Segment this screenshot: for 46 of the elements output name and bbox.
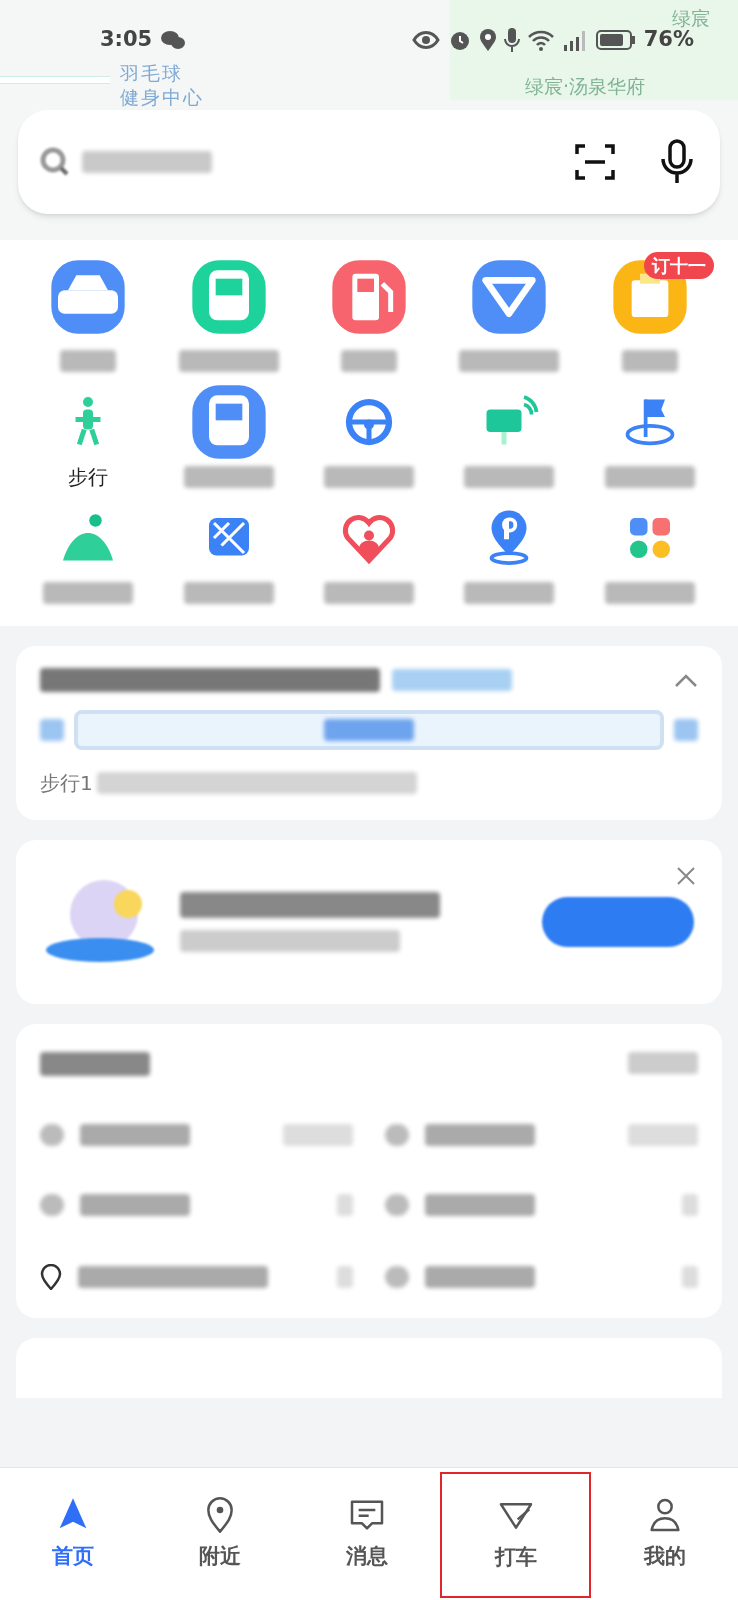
map-label: 健身中心 [120, 85, 204, 110]
action-pill[interactable] [542, 897, 694, 947]
blurred-text [674, 719, 698, 741]
blurred-text [40, 719, 64, 741]
tab-item[interactable]: 消息 [293, 1468, 441, 1600]
battery-icon [595, 28, 636, 51]
blurred-text [628, 1052, 698, 1074]
place-icon [40, 1194, 64, 1216]
location-icon [479, 28, 496, 51]
shortcut-item[interactable]: 步行 [18, 388, 159, 490]
tab-item[interactable]: 我的 [591, 1468, 738, 1600]
blurred-text [341, 350, 397, 372]
tab-item[interactable]: 首页 [0, 1468, 147, 1600]
chat-icon [160, 28, 187, 51]
shortcut-label: 步行 [68, 464, 109, 491]
scan-icon[interactable] [574, 141, 616, 183]
collapse-chevron-icon[interactable] [674, 672, 698, 688]
wifi-icon [527, 28, 554, 51]
blurred-text [621, 350, 678, 372]
signal-icon [561, 28, 588, 51]
place-icon [40, 1124, 64, 1146]
blurred-text [60, 350, 117, 372]
close-icon[interactable] [676, 866, 696, 886]
eye-icon [411, 29, 440, 50]
blurred-text [337, 1266, 353, 1288]
map-label: 羽毛球 [120, 62, 184, 86]
blurred-text [682, 1194, 698, 1216]
map-label: 绿宸 [672, 6, 710, 30]
microphone-icon [503, 27, 520, 52]
place-icon [385, 1266, 409, 1288]
place-icon [385, 1124, 409, 1146]
battery-percentage: 76% [643, 27, 694, 53]
search-icon [40, 147, 70, 177]
blurred-text [628, 1124, 698, 1146]
clock-time: 3:05 [100, 26, 153, 53]
route-summary: 步行1 [40, 770, 93, 797]
place-icon [385, 1194, 409, 1216]
location-pin-icon [40, 1264, 62, 1290]
map-label: 绿宸·汤泉华府 [525, 74, 646, 99]
promo-badge: 订十一 [644, 252, 714, 279]
tab-item[interactable]: 附近 [146, 1468, 294, 1600]
blurred-text [337, 1194, 353, 1216]
blurred-text [682, 1266, 698, 1288]
tab-item[interactable]: 打车 [440, 1472, 592, 1598]
shortcut-item[interactable]: 订十一 [579, 254, 720, 374]
blurred-text [283, 1124, 353, 1146]
